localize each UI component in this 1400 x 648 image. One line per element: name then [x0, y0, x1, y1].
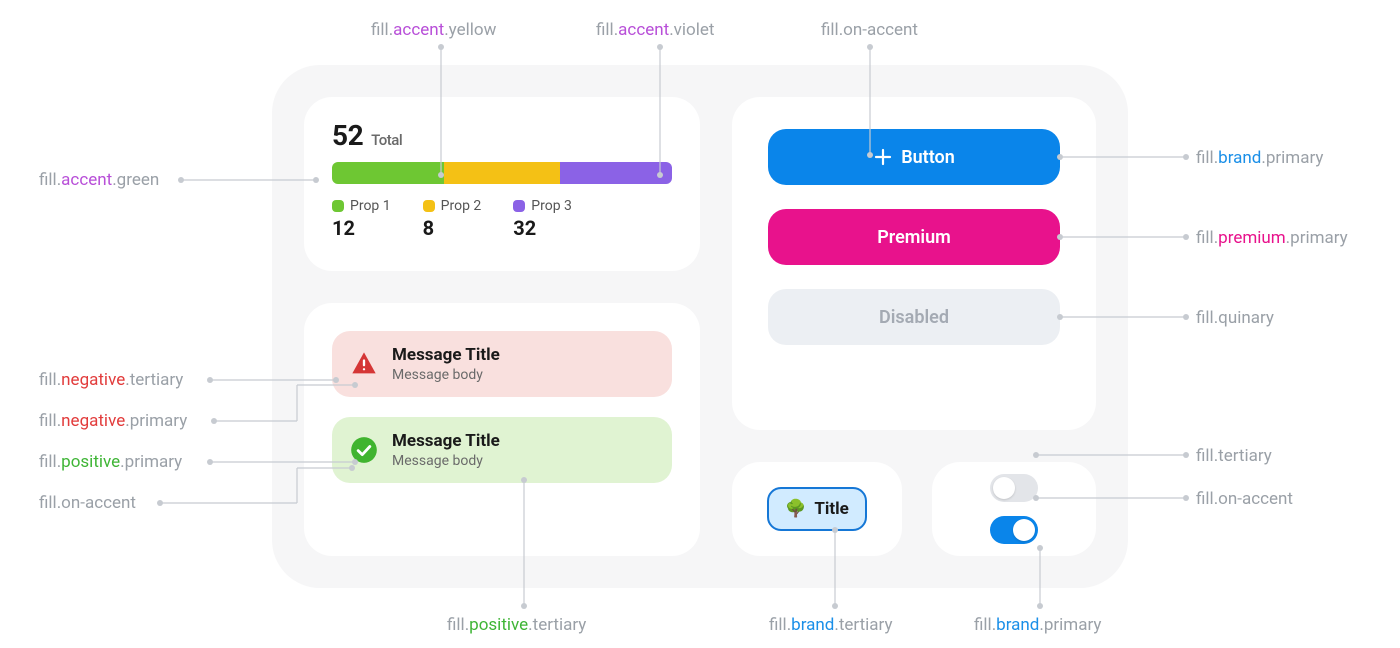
tree-icon: 🌳 [785, 499, 806, 519]
annotation-label: fill.negative.primary [39, 411, 187, 431]
stats-card: 52 Total Prop 1 12 Prop 2 8 Prop 3 32 [304, 97, 700, 271]
legend-value: 8 [423, 216, 482, 240]
annotation-label: fill.premium.primary [1196, 228, 1348, 248]
warning-icon [350, 350, 378, 378]
premium-button[interactable]: Premium [768, 209, 1060, 265]
annotation-label: fill.accent.violet [596, 20, 714, 40]
button-label: Button [901, 147, 955, 168]
legend-item: Prop 1 12 [332, 198, 391, 240]
bar-segment-yellow [444, 162, 560, 184]
stacked-bar [332, 162, 672, 184]
stats-total-label: Total [371, 131, 402, 149]
legend-label: Prop 2 [441, 198, 482, 214]
bar-segment-green [332, 162, 444, 184]
legend-dot-icon [423, 200, 435, 212]
legend-label: Prop 3 [531, 198, 572, 214]
toggle-knob [1013, 519, 1035, 541]
bar-segment-violet [560, 162, 672, 184]
legend-item: Prop 3 32 [513, 198, 572, 240]
message-title: Message Title [392, 431, 500, 451]
chip[interactable]: 🌳 Title [767, 487, 867, 531]
legend-label: Prop 1 [350, 198, 391, 214]
annotation-label: fill.positive.primary [39, 452, 182, 472]
annotation-label: fill.on-accent [821, 20, 918, 40]
button-label: Disabled [879, 307, 949, 328]
buttons-card: Button Premium Disabled [732, 97, 1096, 430]
toggle-off[interactable] [990, 474, 1038, 502]
toggle-on[interactable] [990, 516, 1038, 544]
stats-total: 52 Total [332, 119, 672, 152]
annotation-label: fill.on-accent [1196, 489, 1293, 509]
chip-label: Title [814, 499, 848, 519]
stats-legend: Prop 1 12 Prop 2 8 Prop 3 32 [332, 198, 672, 240]
messages-card: Message Title Message body Message Title… [304, 303, 700, 556]
plus-icon [873, 147, 893, 167]
message-body: Message body [392, 453, 500, 469]
annotation-label: fill.negative.tertiary [39, 370, 183, 390]
annotation-label: fill.brand.primary [1196, 148, 1323, 168]
button-label: Premium [877, 227, 951, 248]
annotation-label: fill.on-accent [39, 493, 136, 513]
annotation-label: fill.quinary [1196, 308, 1274, 328]
legend-dot-icon [513, 200, 525, 212]
toggle-knob [993, 477, 1015, 499]
legend-dot-icon [332, 200, 344, 212]
message-title: Message Title [392, 345, 500, 365]
annotation-label: fill.accent.yellow [371, 20, 496, 40]
legend-item: Prop 2 8 [423, 198, 482, 240]
annotation-label: fill.brand.tertiary [769, 615, 893, 635]
check-circle-icon [350, 436, 378, 464]
message-body: Message body [392, 367, 500, 383]
annotation-label: fill.tertiary [1196, 446, 1272, 466]
annotation-label: fill.positive.tertiary [447, 615, 586, 635]
message-positive: Message Title Message body [332, 417, 672, 483]
design-tokens-panel: 52 Total Prop 1 12 Prop 2 8 Prop 3 32 [272, 65, 1128, 588]
chip-card: 🌳 Title [732, 462, 902, 556]
stats-total-value: 52 [332, 119, 363, 152]
annotation-label: fill.brand.primary [974, 615, 1101, 635]
disabled-button: Disabled [768, 289, 1060, 345]
legend-value: 12 [332, 216, 391, 240]
primary-button[interactable]: Button [768, 129, 1060, 185]
legend-value: 32 [513, 216, 572, 240]
message-negative: Message Title Message body [332, 331, 672, 397]
annotation-label: fill.accent.green [39, 170, 159, 190]
toggles-card [932, 462, 1096, 556]
